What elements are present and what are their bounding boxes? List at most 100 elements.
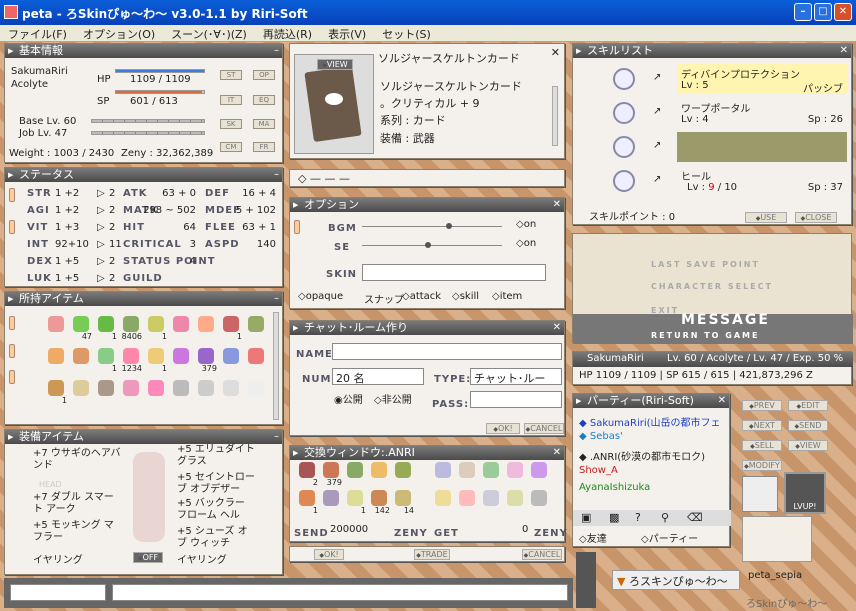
card-view-button[interactable]: VIEW: [317, 59, 353, 70]
minimize-icon[interactable]: –: [274, 292, 279, 306]
chat-type-select[interactable]: チャット･ルー: [470, 368, 562, 385]
inventory-item[interactable]: [145, 380, 167, 404]
party-icon-2[interactable]: ▩: [609, 511, 619, 524]
skill-icon[interactable]: [613, 68, 635, 90]
status-header[interactable]: ステータス –: [5, 168, 282, 182]
minimize-icon[interactable]: –: [274, 430, 279, 444]
op-button[interactable]: OP: [253, 70, 275, 80]
return-to-game[interactable]: RETURN TO GAME: [651, 331, 759, 340]
inventory-item[interactable]: [45, 316, 67, 340]
equip-head-top[interactable]: +7 ウサギのヘアバンド: [33, 448, 123, 472]
trade-get-item[interactable]: [504, 462, 526, 486]
chat-target-input[interactable]: [10, 584, 106, 601]
modify-button[interactable]: MODIFY: [742, 460, 782, 471]
search-icon[interactable]: ⚲: [661, 511, 669, 524]
attack-radio[interactable]: ◇attack: [402, 291, 441, 302]
inventory-item[interactable]: [195, 380, 217, 404]
inventory-item[interactable]: 1: [220, 316, 242, 341]
view-button[interactable]: VIEW: [788, 440, 828, 451]
items-scrollbar[interactable]: [273, 312, 279, 420]
skill-icon[interactable]: [613, 170, 635, 192]
chat-cancel-button[interactable]: CANCEL: [524, 423, 564, 434]
trade-send-item[interactable]: 142: [368, 490, 390, 515]
character-select[interactable]: CHARACTER SELECT: [651, 282, 773, 291]
equip-weapon[interactable]: +7 ダブル スマート アーク: [33, 492, 123, 516]
equip-acc-left[interactable]: イヤリング: [33, 551, 83, 566]
option-tab[interactable]: [294, 220, 300, 234]
skill-icon[interactable]: [613, 102, 635, 124]
trade-get-item[interactable]: [432, 462, 454, 486]
trade-send-item[interactable]: 14: [392, 490, 414, 515]
trade-get-item[interactable]: [480, 462, 502, 486]
skill-arrow-icon[interactable]: ↗: [653, 106, 661, 117]
chat-header[interactable]: チャット･ルーム作り ✕: [290, 321, 564, 335]
send-button[interactable]: SEND: [788, 420, 828, 431]
inventory-item[interactable]: 1: [95, 316, 117, 341]
trade-send-item[interactable]: 1: [344, 490, 366, 515]
trade-get-item[interactable]: [456, 462, 478, 486]
inventory-item[interactable]: [245, 316, 267, 340]
minimize-icon[interactable]: –: [274, 44, 279, 58]
minimize-icon[interactable]: –: [794, 3, 812, 21]
close-icon[interactable]: ✕: [840, 44, 848, 58]
skill-row[interactable]: [677, 132, 847, 162]
inventory-item[interactable]: 47: [70, 316, 92, 341]
skill-row[interactable]: ヒール Lv : 9 / 10 Sp : 37: [677, 166, 847, 196]
inventory-item[interactable]: [245, 348, 267, 372]
menu-reload[interactable]: 再読込(R): [255, 25, 320, 41]
title-bar[interactable]: peta - ろSkinぴゅ～わ～ v3.0-1.1 by Riri-Soft …: [0, 0, 856, 25]
sk-button[interactable]: SK: [220, 119, 242, 129]
status-scroll-handle-2[interactable]: [9, 220, 15, 234]
party-member[interactable]: ◆ .ANRI(砂漠の都市モロク): [579, 448, 727, 463]
menu-view[interactable]: 表示(V): [320, 25, 374, 41]
trade-send-item[interactable]: 1: [296, 490, 318, 515]
trade-get-item[interactable]: [480, 490, 502, 514]
edit-button[interactable]: EDIT: [788, 400, 828, 411]
inventory-item[interactable]: [95, 380, 117, 404]
card-scrollbar[interactable]: [552, 86, 558, 146]
trade-trade-button[interactable]: TRADE: [414, 549, 450, 560]
help-icon[interactable]: ?: [635, 511, 641, 524]
items-header[interactable]: 所持アイテム –: [5, 292, 282, 306]
ma-button[interactable]: MA: [253, 119, 275, 129]
se-slider[interactable]: [362, 242, 502, 248]
eq-button[interactable]: EQ: [253, 95, 275, 105]
equip-armor[interactable]: +5 セイントローブ オブデザー: [177, 472, 257, 496]
status-scroll-handle[interactable]: [9, 188, 15, 202]
skill-arrow-icon[interactable]: ↗: [653, 174, 661, 185]
skill-close-button[interactable]: CLOSE: [795, 212, 837, 223]
inventory-item[interactable]: 1: [95, 348, 117, 373]
trade-send-item[interactable]: 2: [296, 462, 318, 487]
items-tab-3[interactable]: [9, 370, 15, 384]
bgm-slider[interactable]: [362, 223, 502, 229]
trade-get-item[interactable]: [528, 490, 550, 514]
st-button[interactable]: ST: [220, 70, 242, 80]
party-member[interactable]: ◆ Sebas': [579, 431, 727, 442]
inventory-item[interactable]: 1: [145, 316, 167, 341]
trade-send-item[interactable]: [392, 462, 414, 486]
items-tab-1[interactable]: [9, 316, 15, 330]
party-header[interactable]: パーティー(Riri-Soft) ✕: [573, 394, 729, 408]
close-icon[interactable]: ✕: [551, 46, 560, 59]
next-button[interactable]: NEXT: [742, 420, 782, 431]
skill-arrow-icon[interactable]: ↗: [653, 140, 661, 151]
skill-row[interactable]: ディバインプロテクション Lv : 5 パッシブ: [677, 64, 847, 95]
inventory-item[interactable]: [170, 380, 192, 404]
trade-get-item[interactable]: [504, 490, 526, 514]
skill-icon[interactable]: [613, 136, 635, 158]
trade-header[interactable]: 交換ウィンドウ:.ANRI ✕: [290, 446, 564, 460]
inventory-item[interactable]: [70, 348, 92, 372]
trade-ok-button[interactable]: OK!: [314, 549, 344, 560]
chat-private-radio[interactable]: ◇非公開: [374, 391, 412, 406]
tab-friend[interactable]: ◇友達: [579, 530, 607, 545]
skill-header[interactable]: スキルリスト ✕: [573, 44, 851, 58]
menu-set[interactable]: セット(S): [374, 25, 439, 41]
item-radio[interactable]: ◇item: [492, 291, 522, 302]
sell-button[interactable]: SELL: [742, 440, 782, 451]
trade-get-item[interactable]: [528, 462, 550, 486]
bgm-on[interactable]: ◇on: [516, 219, 536, 230]
close-icon[interactable]: ✕: [553, 321, 561, 335]
inventory-item[interactable]: [220, 380, 242, 404]
lvup-button[interactable]: LVUP!: [784, 472, 826, 514]
equip-head-mid[interactable]: +5 エリュダイト グラス: [177, 444, 257, 468]
